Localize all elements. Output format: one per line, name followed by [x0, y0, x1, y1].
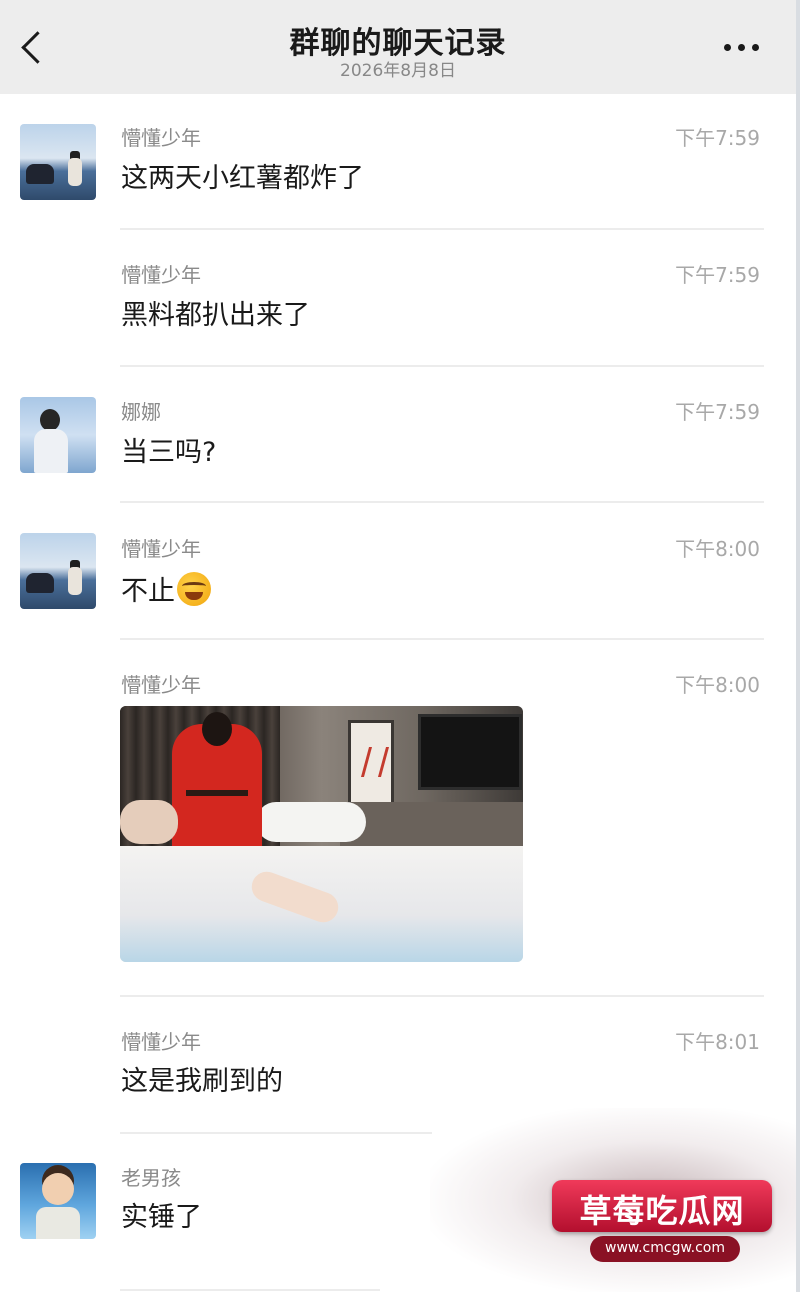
message-photo[interactable] [120, 706, 523, 962]
divider [120, 995, 764, 997]
avatar[interactable] [20, 1163, 96, 1239]
message-time: 下午7:59 [675, 263, 760, 287]
sender-name: 懵懂少年 [121, 537, 201, 561]
message-text: 不止 [121, 572, 211, 609]
sender-name: 娜娜 [121, 400, 161, 424]
message-time: 下午8:00 [675, 673, 760, 697]
avatar[interactable] [20, 397, 96, 473]
message-text: 这两天小红薯都炸了 [121, 163, 364, 194]
divider [120, 1289, 380, 1291]
message-time: 下午8:01 [675, 1030, 760, 1054]
divider [120, 365, 764, 367]
divider [120, 1132, 432, 1134]
top-bar: 群聊的聊天记录 2026年8月8日 [0, 0, 796, 94]
watermark-logo-text: 草莓吃瓜网 [579, 1192, 745, 1230]
avatar[interactable] [20, 124, 96, 200]
sender-name: 懵懂少年 [121, 673, 201, 697]
sender-name: 懵懂少年 [121, 126, 201, 150]
message-text-content: 不止 [121, 576, 175, 607]
sender-name: 老男孩 [121, 1166, 181, 1190]
message-time: 下午7:59 [675, 126, 760, 150]
avatar[interactable] [20, 533, 96, 609]
page-date: 2026年8月8日 [340, 61, 456, 81]
message-text: 当三吗? [121, 437, 217, 468]
laughing-tears-emoji-icon [177, 572, 211, 606]
watermark-url-text: www.cmcgw.com [605, 1240, 725, 1256]
more-options-icon[interactable] [722, 34, 762, 58]
divider [120, 501, 764, 503]
message-time: 下午7:59 [675, 400, 760, 424]
divider [120, 228, 764, 230]
edge-strip [796, 0, 800, 1292]
message-text: 这是我刷到的 [121, 1066, 283, 1097]
sender-name: 懵懂少年 [121, 1030, 201, 1054]
message-text: 黑料都扒出来了 [121, 300, 310, 331]
watermark-logo: 草莓吃瓜网 [552, 1180, 772, 1232]
sender-name: 懵懂少年 [121, 263, 201, 287]
message-text: 实锤了 [121, 1202, 202, 1233]
message-time: 下午8:00 [675, 537, 760, 561]
watermark-url: www.cmcgw.com [590, 1236, 740, 1262]
divider [120, 638, 764, 640]
